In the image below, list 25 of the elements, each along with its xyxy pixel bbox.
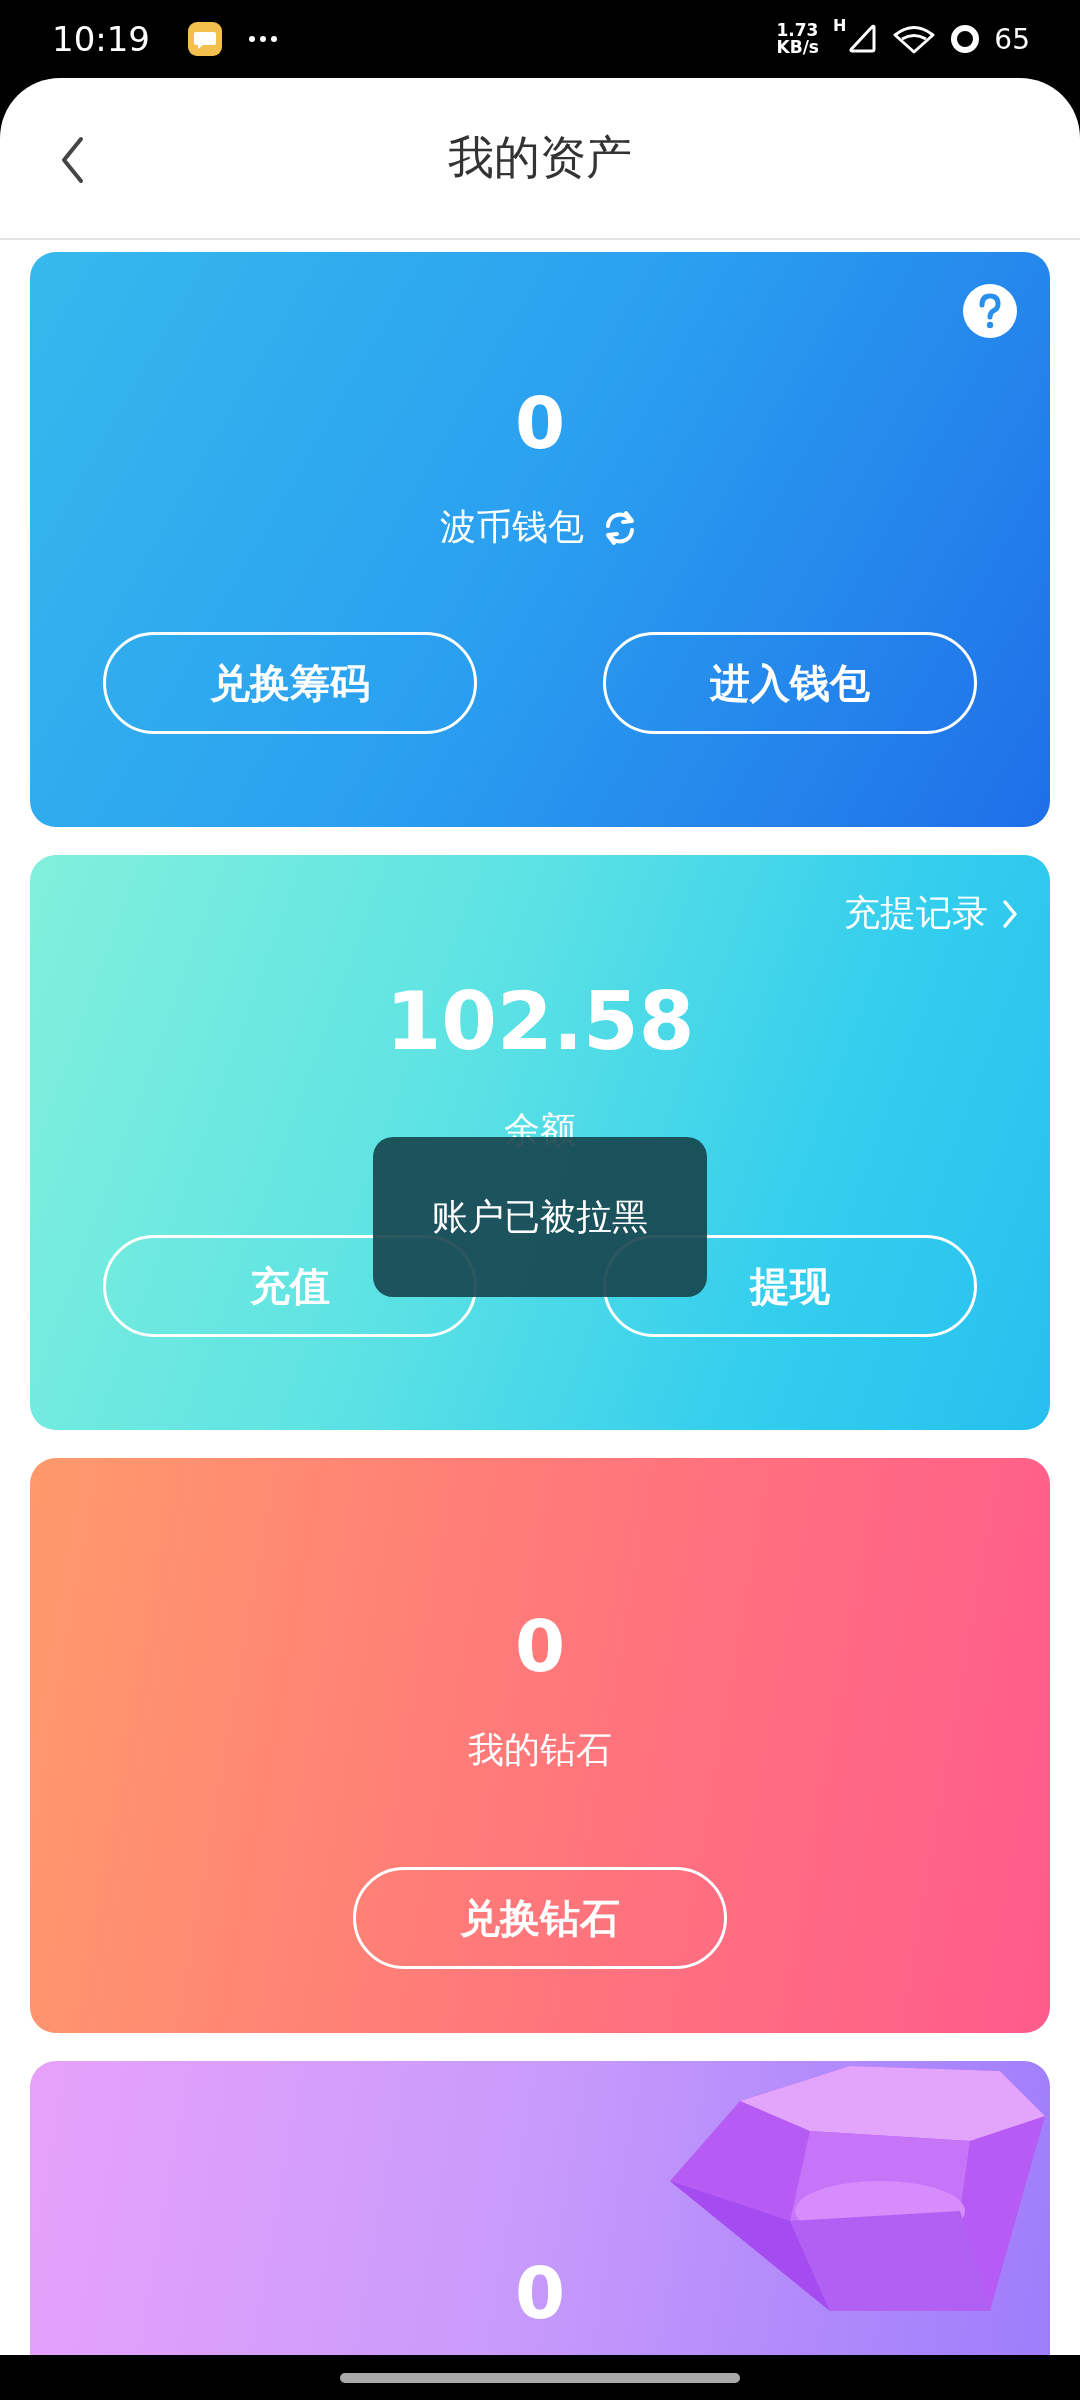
asset-label: 波币钱包 (440, 505, 584, 549)
home-handle[interactable] (340, 2372, 740, 2383)
page-title: 我的资产 (448, 129, 632, 186)
amount-value: 0 (514, 1610, 566, 1682)
help-icon[interactable] (962, 283, 1018, 339)
action-button[interactable]: 进入钱包 (603, 632, 977, 734)
wifi-icon (892, 24, 937, 54)
amount-value: 0 (514, 2257, 566, 2329)
network-speed: 1.73 KB/s (776, 22, 819, 56)
amount-value: 0 (514, 387, 566, 459)
toast-message: 账户已被拉黑 (373, 1137, 707, 1297)
action-button[interactable]: 兑换筹码 (103, 632, 477, 734)
status-time: 10:19 (52, 19, 150, 59)
asset-label: 我的钻石 (468, 1728, 612, 1772)
amount-value: 102.58 (385, 982, 695, 1062)
battery-level: 65 (994, 22, 1030, 56)
chat-app-icon (188, 22, 222, 56)
records-link[interactable]: 充提记录 (844, 889, 1018, 938)
action-button[interactable]: 兑换钻石 (353, 1867, 727, 1969)
network-type: H (832, 16, 847, 35)
battery-icon (950, 24, 981, 54)
back-icon[interactable] (60, 136, 84, 184)
chevron-right-icon (1002, 898, 1018, 929)
signal-icon (848, 24, 879, 54)
more-icon (248, 35, 278, 43)
